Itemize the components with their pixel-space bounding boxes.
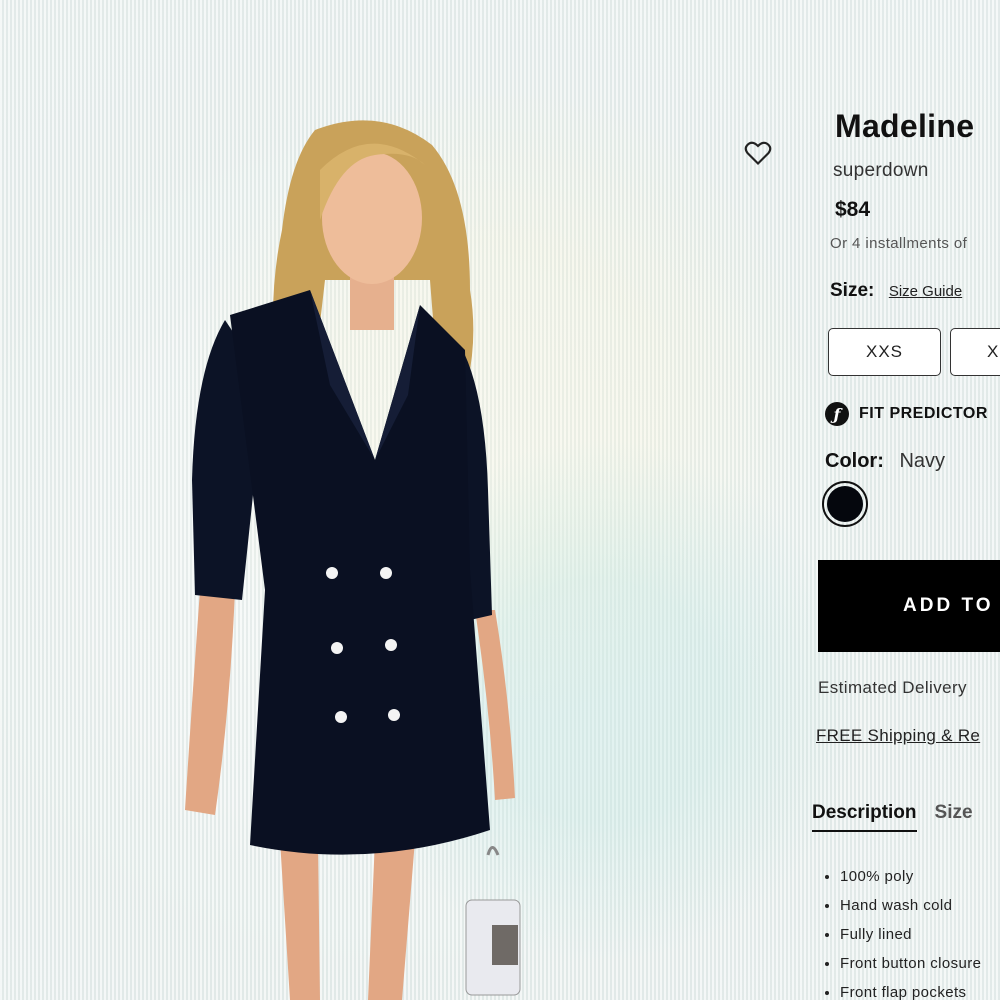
fit-predictor-icon: ƒ [825,402,849,426]
size-row: Size: Size Guide [830,280,962,302]
wishlist-button[interactable] [744,140,774,168]
size-label: Size: [830,280,875,301]
product-price: $84 [835,198,871,221]
product-title: Madeline [835,108,975,144]
product-brand[interactable]: superdown [833,160,929,182]
color-value: Navy [899,450,946,472]
fit-predictor-label: FIT PREDICTOR [859,405,988,422]
list-item: Fully lined [840,926,981,955]
tab-size[interactable]: Size [935,802,973,832]
installments-text: Or 4 installments of [830,235,968,252]
list-item: Front flap pockets [840,984,981,1000]
description-list: 100% poly Hand wash cold Fully lined Fro… [818,868,981,1000]
product-image[interactable] [170,110,540,1000]
size-option-xxs[interactable]: XXS [828,328,941,376]
product-tabs: Description Size [812,802,973,832]
color-label: Color: [825,450,884,472]
list-item: 100% poly [840,868,981,897]
list-item: Front button closure [840,955,981,984]
model-illustration [185,120,521,1000]
estimated-delivery-text: Estimated Delivery [818,678,967,697]
size-guide-link[interactable]: Size Guide [889,283,962,300]
color-swatch-fill [827,486,863,522]
tab-description[interactable]: Description [812,802,917,832]
fit-predictor-link[interactable]: ƒ FIT PREDICTOR [825,402,988,426]
list-item: Hand wash cold [840,897,981,926]
color-swatch-navy[interactable] [822,481,868,527]
color-row: Color: Navy [825,450,945,473]
size-option-x[interactable]: X [950,328,1000,376]
add-to-bag-button[interactable]: ADD TO [818,560,1000,652]
heart-icon [744,141,772,165]
product-info-panel: Madeline superdown $84 Or 4 installments… [810,100,1000,1000]
free-shipping-link[interactable]: FREE Shipping & Re [816,726,980,746]
